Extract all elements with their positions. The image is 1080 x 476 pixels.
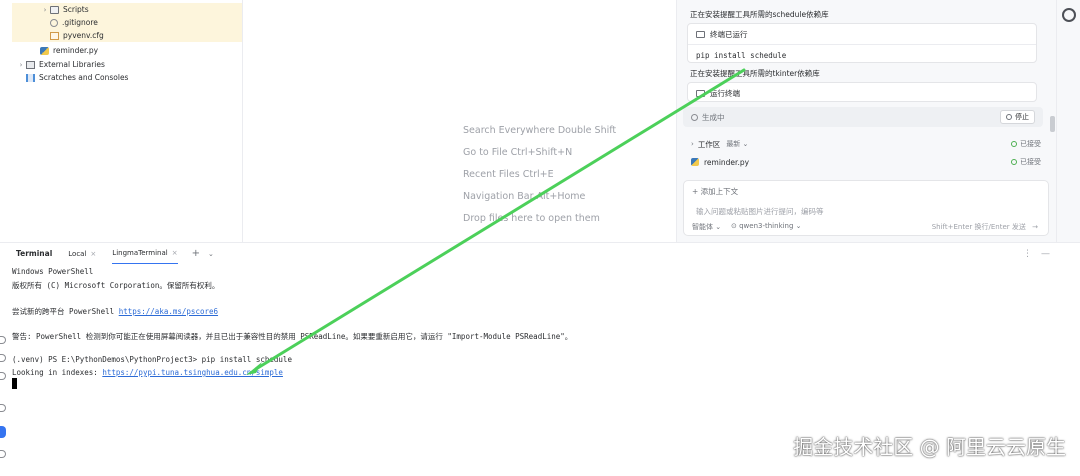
tree-item-label: .gitignore: [62, 18, 98, 27]
ai-assistant-panel: 正在安装提醒工具所需的schedule依赖库 终端已运行 pip install…: [676, 0, 1056, 242]
tool-window-icon[interactable]: [0, 450, 6, 458]
terminal-line: 版权所有 (C) Microsoft Corporation。保留所有权利。: [12, 281, 220, 290]
ai-panel-scrollbar[interactable]: [1050, 116, 1055, 132]
generating-label: 生成中: [702, 112, 725, 122]
terminal-step-card: 运行终端: [687, 82, 1037, 102]
add-context-button[interactable]: + 添加上下文: [692, 186, 738, 197]
hint-recent-files: Recent Files Ctrl+E: [463, 169, 554, 180]
config-file-icon: [50, 31, 59, 40]
close-icon[interactable]: ×: [90, 250, 96, 258]
chat-input-placeholder[interactable]: 输入问题或粘贴图片进行提问，编码等: [696, 206, 824, 217]
hint-search-everywhere: Search Everywhere Double Shift: [463, 125, 617, 136]
tree-item-scratches[interactable]: Scratches and Consoles: [16, 71, 242, 84]
hint-drop-files: Drop files here to open them: [463, 213, 600, 224]
more-options-icon[interactable]: ⋮: [1023, 249, 1032, 259]
pypi-index-link[interactable]: https://pypi.tuna.tsinghua.edu.cn/simple: [102, 368, 283, 377]
python-file-icon: [40, 46, 49, 55]
terminal-tool-icon[interactable]: [0, 426, 6, 438]
terminal-line: Windows PowerShell: [12, 267, 94, 276]
tree-item-label: reminder.py: [53, 46, 99, 55]
tree-item-label: pyvenv.cfg: [63, 31, 104, 40]
tool-window-icon[interactable]: [0, 336, 6, 344]
workspace-section: › 工作区 最新 ⌄ 已接受 reminder.py 已接受: [683, 133, 1049, 175]
terminal-line: 尝试新的跨平台 PowerShell https://aka.ms/pscore…: [12, 307, 219, 316]
workspace-sort-dropdown[interactable]: 最新 ⌄: [726, 139, 748, 149]
run-terminal-row[interactable]: 运行终端: [688, 83, 1036, 103]
tree-item-label: Scratches and Consoles: [39, 73, 129, 82]
terminal-status-label: 终端已运行: [710, 29, 748, 39]
close-icon[interactable]: ×: [172, 249, 178, 257]
hint-navigation-bar: Navigation Bar Alt+Home: [463, 191, 586, 202]
left-tool-gutter: [0, 330, 8, 470]
model-icon: ⊙: [731, 222, 737, 230]
chat-input-box[interactable]: + 添加上下文 输入问题或粘贴图片进行提问，编码等 智能体 ⌄ ⊙ qwen3-…: [683, 180, 1049, 236]
workspace-file-status: 已接受: [1011, 157, 1041, 167]
tree-item-pyvenv[interactable]: pyvenv.cfg: [12, 29, 242, 42]
folder-icon: [50, 5, 59, 14]
mode-dropdown[interactable]: 智能体 ⌄: [692, 222, 721, 232]
new-tab-plus-icon[interactable]: +: [192, 248, 200, 259]
terminal-icon: [696, 89, 705, 97]
tree-item-scripts[interactable]: › Scripts: [12, 3, 242, 16]
expand-arrow-icon[interactable]: ›: [16, 61, 26, 69]
python-file-icon: [691, 158, 699, 166]
chevron-down-icon[interactable]: ⌄: [208, 250, 214, 258]
tree-item-reminder[interactable]: reminder.py: [12, 44, 242, 57]
editor-empty-state: Search Everywhere Double Shift Go to Fil…: [243, 0, 676, 242]
terminal-icon: [696, 30, 705, 38]
loading-spinner-icon: [691, 113, 698, 121]
terminal-line: Looking in indexes: https://pypi.tuna.ts…: [12, 368, 283, 377]
terminal-cursor: [12, 378, 17, 389]
lingma-logo-icon[interactable]: [1062, 8, 1076, 22]
terminal-title: Terminal: [16, 249, 53, 258]
library-icon: [26, 60, 35, 69]
hint-go-to-file: Go to File Ctrl+Shift+N: [463, 147, 573, 158]
workspace-header[interactable]: › 工作区 最新 ⌄ 已接受: [691, 137, 1041, 151]
tree-item-label: Scripts: [63, 5, 89, 14]
ignore-file-icon: [50, 18, 58, 27]
send-hint: Shift+Enter 换行/Enter 发送 →: [931, 223, 1038, 231]
minimize-icon[interactable]: —: [1041, 249, 1050, 259]
tree-item-label: External Libraries: [39, 60, 105, 69]
expand-arrow-icon[interactable]: ›: [40, 6, 50, 14]
tool-window-icon[interactable]: [0, 372, 6, 380]
model-dropdown[interactable]: ⊙ qwen3-thinking ⌄: [731, 222, 802, 230]
tab-local[interactable]: Local ×: [68, 243, 96, 265]
tool-window-icon[interactable]: [0, 354, 6, 362]
terminal-status-row[interactable]: 终端已运行: [688, 24, 1036, 44]
check-circle-icon: [1011, 141, 1017, 147]
stop-icon: [1006, 114, 1012, 120]
tool-window-icon[interactable]: [0, 404, 6, 412]
workspace-file-row[interactable]: reminder.py 已接受: [691, 155, 1041, 169]
project-tree: › Scripts .gitignore pyvenv.cfg reminder…: [0, 0, 242, 242]
send-icon[interactable]: →: [1032, 223, 1038, 231]
right-tool-strip: [1056, 0, 1080, 242]
tab-lingma-terminal[interactable]: LingmaTerminal ×: [112, 243, 178, 265]
watermark-text: 掘金技术社区 @ 阿里云云原生: [793, 435, 1066, 459]
tree-item-gitignore[interactable]: .gitignore: [12, 16, 242, 29]
terminal-command: pip install schedule: [696, 50, 787, 60]
step-title-tkinter: 正在安装提醒工具所需的tkinter依赖库: [690, 69, 820, 78]
tree-item-external-libraries[interactable]: › External Libraries: [16, 58, 242, 71]
terminal-tab-bar: Terminal Local × LingmaTerminal × + ⌄ ⋮ —: [0, 242, 1080, 265]
check-circle-icon: [1011, 159, 1017, 165]
pscore-link[interactable]: https://aka.ms/pscore6: [119, 307, 218, 316]
scratch-icon: [26, 73, 35, 82]
workspace-status: 已接受: [1011, 139, 1041, 149]
run-terminal-label: 运行终端: [710, 88, 740, 98]
workspace-label: 工作区: [697, 139, 721, 149]
collapse-chevron-icon[interactable]: ›: [691, 140, 694, 148]
step-title-schedule: 正在安装提醒工具所需的schedule依赖库: [690, 10, 829, 19]
terminal-step-card: 终端已运行 pip install schedule: [687, 23, 1037, 63]
generating-bar: 生成中 停止: [683, 107, 1043, 127]
workspace-file-name: reminder.py: [704, 157, 750, 167]
stop-label: 停止: [1015, 113, 1029, 121]
terminal-line: 警告: PowerShell 检测到你可能正在使用屏幕阅读器，并且已出于兼容性目…: [12, 332, 573, 341]
terminal-command-line: (.venv) PS E:\PythonDemos\PythonProject3…: [12, 355, 292, 364]
stop-button[interactable]: 停止: [1000, 110, 1035, 124]
